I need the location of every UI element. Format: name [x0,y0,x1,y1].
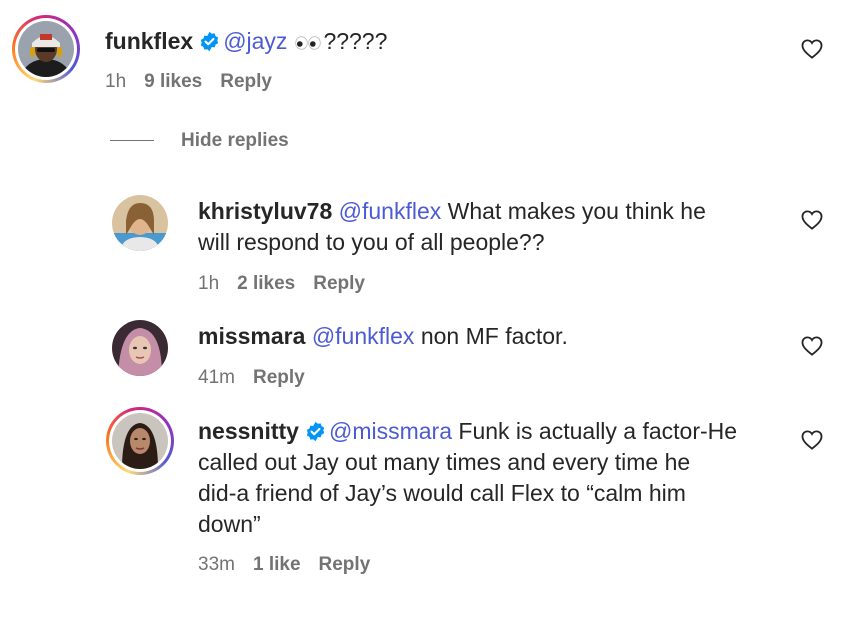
username[interactable]: nessnitty [198,418,299,444]
timestamp: 33m [198,554,235,575]
reply-button[interactable]: Reply [319,554,371,575]
timestamp: 1h [105,71,127,92]
verified-badge-icon [306,421,325,442]
heart-icon[interactable] [801,210,823,230]
comment-text: non MF factor. [420,323,568,349]
comment-text: Funk is actually a factor-He [458,418,738,444]
comment-text: ????? [323,28,388,54]
comment-text-line4: down” [198,511,261,537]
comment-text-line2: will respond to you of all people?? [198,229,545,255]
likes-count[interactable]: 1 like [253,554,301,575]
hide-replies-divider [110,140,154,141]
likes-count[interactable]: 2 likes [237,273,295,294]
timestamp: 1h [198,273,220,294]
mention-link[interactable]: @funkflex [339,198,442,224]
heart-icon[interactable] [801,39,823,59]
avatar[interactable] [12,15,80,83]
heart-icon[interactable] [801,336,823,356]
timestamp: 41m [198,367,235,388]
likes-count[interactable]: 9 likes [144,71,202,92]
username[interactable]: funkflex [105,28,193,54]
reply-button[interactable]: Reply [220,71,272,92]
mention-link[interactable]: @missmara [329,418,452,444]
verified-badge-icon [201,31,219,52]
avatar[interactable] [112,195,168,251]
comment-text-line3: did-a friend of Jay’s would call Flex to… [198,480,686,506]
avatar[interactable] [106,407,174,475]
reply-button[interactable]: Reply [253,367,305,388]
mention-link[interactable]: @funkflex [312,323,415,349]
comment-text-line2: called out Jay out many times and every … [198,449,691,475]
comment-text: What makes you think he [447,198,706,224]
mention-link[interactable]: @jayz [223,28,287,54]
heart-icon[interactable] [801,430,823,450]
username[interactable]: khristyluv78 [198,198,332,224]
hide-replies-button[interactable]: Hide replies [181,130,289,152]
eyes-emoji-icon [295,27,322,58]
username[interactable]: missmara [198,323,305,349]
reply-button[interactable]: Reply [313,273,365,294]
avatar[interactable] [112,320,168,376]
